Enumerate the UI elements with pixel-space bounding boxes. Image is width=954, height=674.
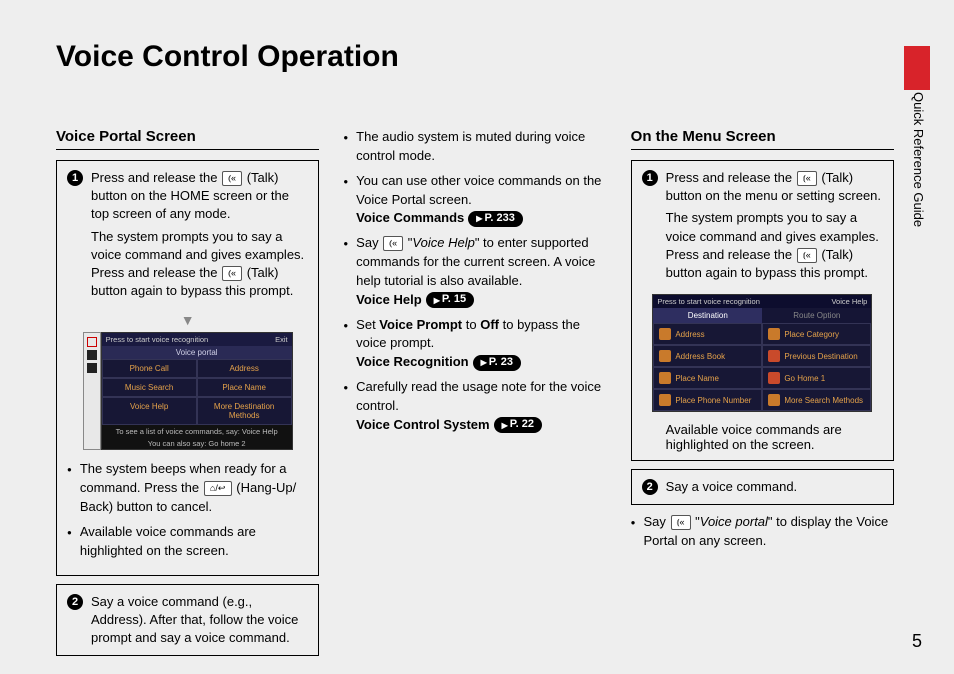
arrow-down-icon: ▼ <box>67 312 308 328</box>
step-2-badge: 2 <box>67 594 83 610</box>
step1-note: Available voice commands are highlighted… <box>642 422 883 452</box>
page-ref: P. 15 <box>426 292 474 308</box>
menu-step2-box: 2 Say a voice command. <box>631 469 894 505</box>
column-menu-screen: On the Menu Screen 1 Press and release t… <box>631 128 894 664</box>
page-title: Voice Control Operation <box>56 40 399 74</box>
heading-voice-portal: Voice Portal Screen <box>56 128 319 150</box>
content-columns: Voice Portal Screen 1 Press and release … <box>56 128 894 664</box>
step-1-badge: 1 <box>67 170 83 186</box>
talk-icon: ⦅« <box>671 515 691 530</box>
bullet: Say ⦅« "Voice portal" to display the Voi… <box>631 513 894 551</box>
step-2-text: Say a voice command. <box>666 478 883 496</box>
bullet: Available voice commands are highlighted… <box>67 523 308 561</box>
step-1-text: Press and release the ⦅« (Talk) button o… <box>91 169 308 304</box>
bullet: The audio system is muted during voice c… <box>343 128 606 166</box>
page-number: 5 <box>912 631 922 652</box>
page-ref: P. 22 <box>494 417 542 433</box>
step1-box: 1 Press and release the ⦅« (Talk) button… <box>56 160 319 576</box>
step-2-text: Say a voice command (e.g., Address). Aft… <box>91 593 308 648</box>
step-2-badge: 2 <box>642 479 658 495</box>
heading-menu-screen: On the Menu Screen <box>631 128 894 150</box>
bullet: You can use other voice commands on the … <box>343 172 606 229</box>
page-ref: P. 23 <box>473 355 521 371</box>
bullet: Carefully read the usage note for the vo… <box>343 378 606 435</box>
talk-icon: ⦅« <box>797 171 817 186</box>
step2-box: 2 Say a voice command (e.g., Address). A… <box>56 584 319 657</box>
talk-icon: ⦅« <box>797 248 817 263</box>
voice-portal-screenshot: Press to start voice recognitionExit Voi… <box>83 332 293 450</box>
column-notes: The audio system is muted during voice c… <box>343 128 606 664</box>
column-voice-portal: Voice Portal Screen 1 Press and release … <box>56 128 319 664</box>
talk-icon: ⦅« <box>383 236 403 251</box>
bullet: The system beeps when ready for a comman… <box>67 460 308 517</box>
menu-screenshot: Press to start voice recognitionVoice He… <box>652 294 872 412</box>
talk-icon: ⦅« <box>222 171 242 186</box>
hangup-icon: ⌂/↩ <box>204 481 232 496</box>
step-1-badge: 1 <box>642 170 658 186</box>
section-label: Quick Reference Guide <box>911 92 926 227</box>
bullet: Say ⦅« "Voice Help" to enter supported c… <box>343 234 606 309</box>
menu-step1-box: 1 Press and release the ⦅« (Talk) button… <box>631 160 894 461</box>
page-ref: P. 233 <box>468 211 523 227</box>
talk-icon: ⦅« <box>222 266 242 281</box>
section-tab <box>904 46 930 90</box>
bullet: Set Voice Prompt to Off to bypass the vo… <box>343 316 606 373</box>
step-1-text: Press and release the ⦅« (Talk) button o… <box>666 169 883 286</box>
